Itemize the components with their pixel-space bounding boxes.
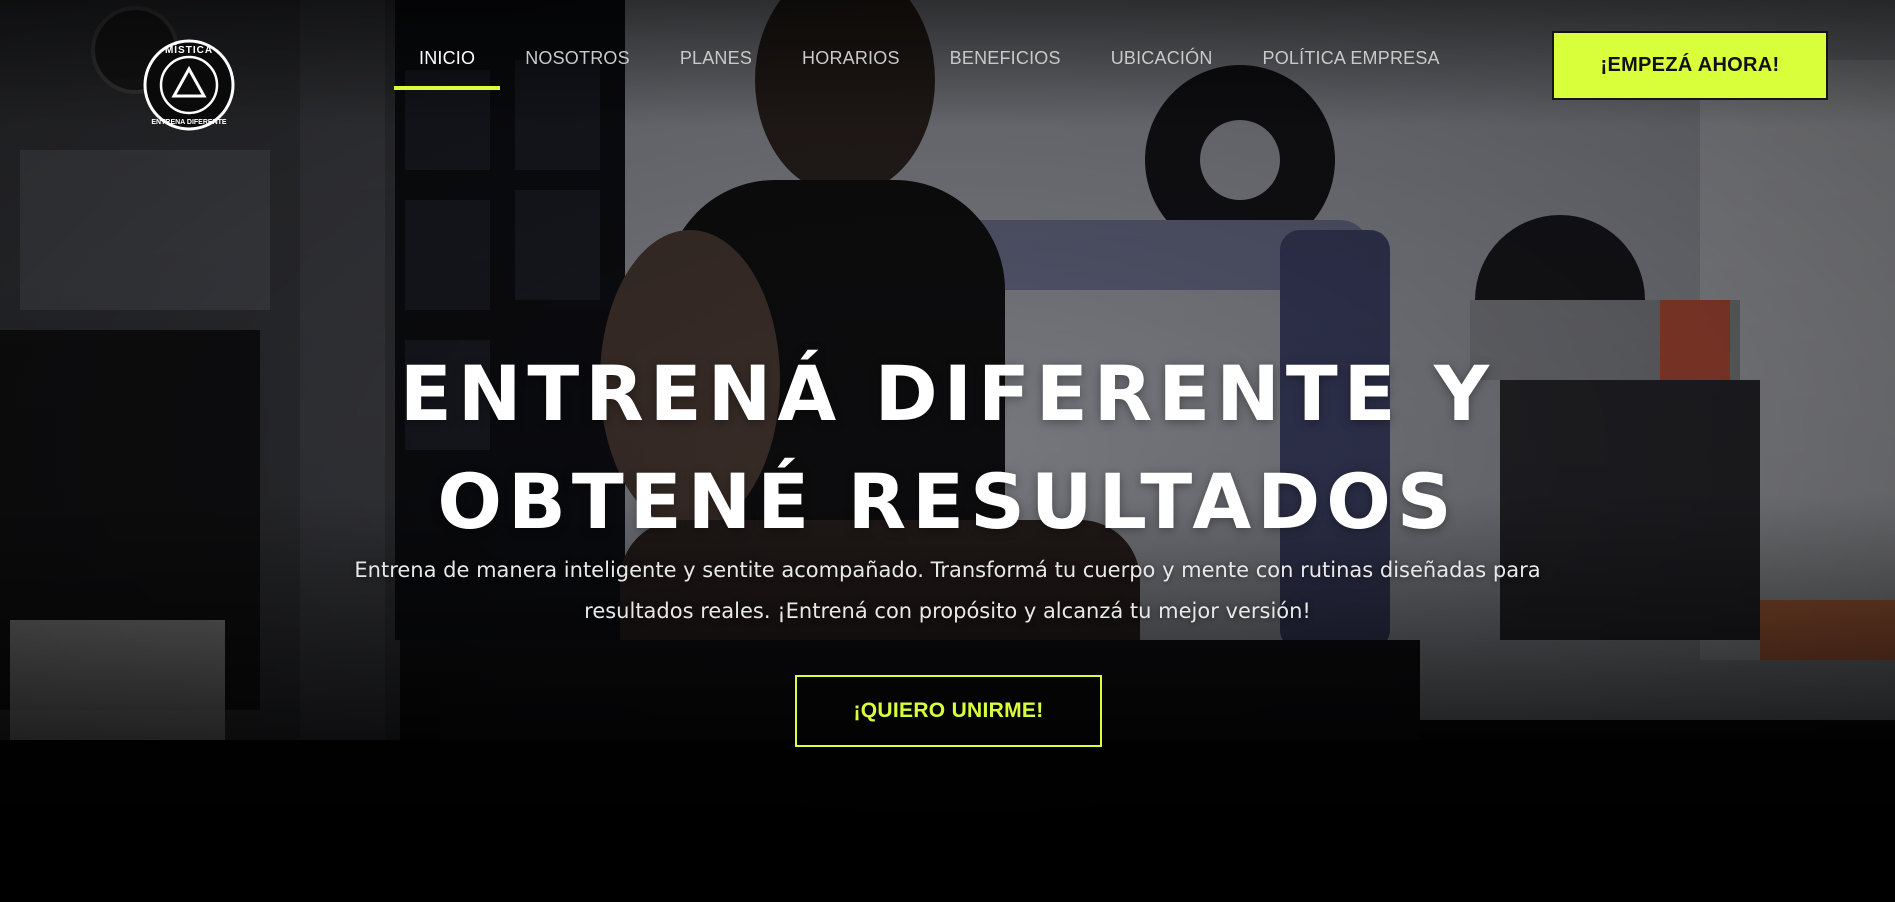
hero-title-line1: ENTRENÁ DIFERENTE Y bbox=[399, 349, 1496, 438]
logo-text-top: MÍSTICA bbox=[165, 43, 213, 56]
join-now-button[interactable]: ¡QUIERO UNIRME! bbox=[795, 675, 1102, 747]
hero-title-line2: OBTENÉ RESULTADOS bbox=[437, 457, 1458, 546]
hero-subtitle-line2: resultados reales. ¡Entrená con propósit… bbox=[584, 599, 1311, 623]
nav-item-politica-empresa[interactable]: POLÍTICA EMPRESA bbox=[1238, 40, 1465, 90]
main-nav: INICIO NOSOTROS PLANES HORARIOS BENEFICI… bbox=[394, 40, 1465, 90]
nav-item-beneficios[interactable]: BENEFICIOS bbox=[925, 40, 1086, 90]
hero-section: MÍSTICA ENTRENA DIFERENTE INICIO NOSOTRO… bbox=[0, 0, 1895, 902]
nav-item-inicio[interactable]: INICIO bbox=[394, 40, 501, 90]
hero-subtitle: Entrena de manera inteligente y sentite … bbox=[300, 550, 1595, 632]
nav-item-ubicacion[interactable]: UBICACIÓN bbox=[1086, 40, 1238, 90]
nav-item-nosotros[interactable]: NOSOTROS bbox=[500, 40, 655, 90]
start-now-button[interactable]: ¡EMPEZÁ AHORA! bbox=[1552, 31, 1828, 100]
nav-item-planes[interactable]: PLANES bbox=[655, 40, 777, 90]
hero-title: ENTRENÁ DIFERENTE Y OBTENÉ RESULTADOS bbox=[0, 340, 1895, 556]
brand-logo-icon[interactable]: MÍSTICA ENTRENA DIFERENTE bbox=[142, 38, 236, 132]
hero-subtitle-line1: Entrena de manera inteligente y sentite … bbox=[354, 558, 1541, 582]
nav-item-horarios[interactable]: HORARIOS bbox=[777, 40, 925, 90]
logo-text-bottom: ENTRENA DIFERENTE bbox=[151, 119, 227, 126]
